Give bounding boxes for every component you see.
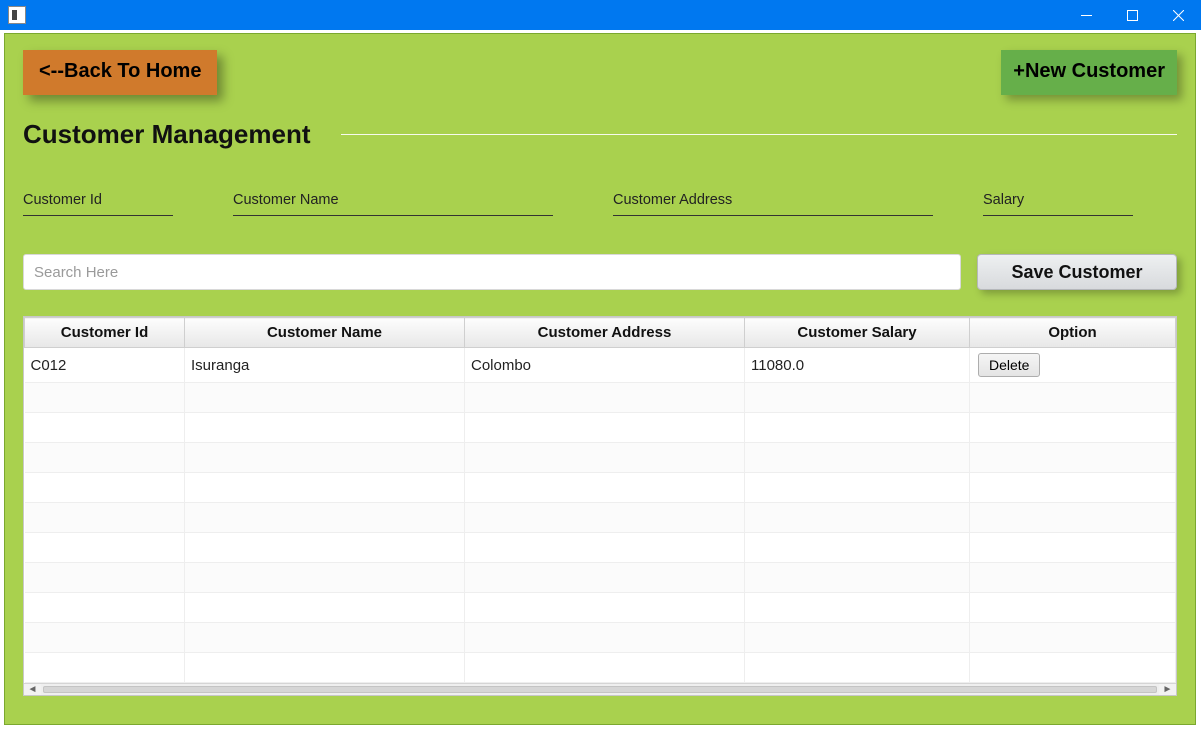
salary-input[interactable] — [983, 214, 1133, 216]
col-header-id[interactable]: Customer Id — [25, 318, 185, 348]
search-input[interactable] — [23, 254, 961, 290]
customer-name-label: Customer Name — [233, 192, 613, 214]
customer-id-input[interactable] — [23, 214, 173, 216]
content-area: <--Back To Home +New Customer Customer M… — [4, 33, 1196, 725]
col-header-name[interactable]: Customer Name — [185, 318, 465, 348]
title-bar — [0, 0, 1201, 30]
app-icon — [8, 6, 26, 24]
scroll-right-arrow-icon[interactable]: ► — [1159, 684, 1176, 695]
customers-table: Customer Id Customer Name Customer Addre… — [24, 317, 1176, 683]
col-header-sal[interactable]: Customer Salary — [745, 318, 970, 348]
new-customer-button[interactable]: +New Customer — [1001, 50, 1177, 95]
cell-name: Isuranga — [185, 348, 465, 383]
cell-sal: 11080.0 — [745, 348, 970, 383]
delete-button[interactable]: Delete — [978, 353, 1040, 377]
table-row — [25, 413, 1176, 443]
table-horizontal-scrollbar[interactable]: ◄ ► — [24, 683, 1176, 695]
customer-id-label: Customer Id — [23, 192, 233, 214]
cell-id: C012 — [25, 348, 185, 383]
maximize-icon — [1127, 10, 1138, 21]
customers-table-container: Customer Id Customer Name Customer Addre… — [23, 316, 1177, 696]
page-title: Customer Management — [23, 119, 321, 150]
window-maximize-button[interactable] — [1109, 0, 1155, 30]
col-header-addr[interactable]: Customer Address — [465, 318, 745, 348]
close-icon — [1173, 10, 1184, 21]
scroll-track[interactable] — [41, 684, 1159, 695]
cell-option: Delete — [970, 348, 1176, 383]
scroll-thumb[interactable] — [43, 686, 1157, 693]
table-row — [25, 383, 1176, 413]
customer-address-label: Customer Address — [613, 192, 983, 214]
table-row — [25, 653, 1176, 683]
scroll-left-arrow-icon[interactable]: ◄ — [24, 684, 41, 695]
cell-addr: Colombo — [465, 348, 745, 383]
table-row — [25, 593, 1176, 623]
table-row — [25, 533, 1176, 563]
table-row — [25, 563, 1176, 593]
customer-name-input[interactable] — [233, 214, 553, 216]
back-to-home-button[interactable]: <--Back To Home — [23, 50, 217, 95]
table-row — [25, 623, 1176, 653]
customer-address-input[interactable] — [613, 214, 933, 216]
window-close-button[interactable] — [1155, 0, 1201, 30]
table-row — [25, 473, 1176, 503]
window-minimize-button[interactable] — [1063, 0, 1109, 30]
salary-label: Salary — [983, 192, 1153, 214]
save-customer-button[interactable]: Save Customer — [977, 254, 1177, 290]
table-row — [25, 443, 1176, 473]
col-header-opt[interactable]: Option — [970, 318, 1176, 348]
minimize-icon — [1081, 10, 1092, 21]
heading-rule — [341, 134, 1178, 135]
table-row — [25, 503, 1176, 533]
table-row[interactable]: C012IsurangaColombo11080.0 Delete — [25, 348, 1176, 383]
